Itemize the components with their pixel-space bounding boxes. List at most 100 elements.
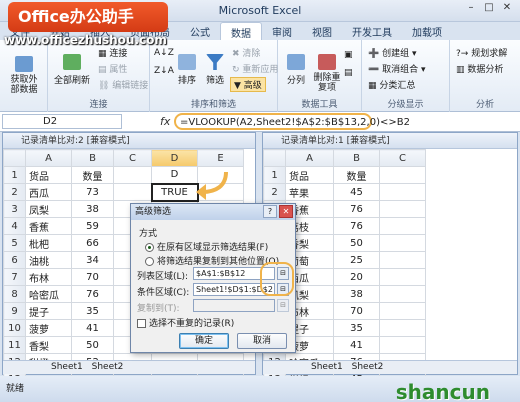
tab-7[interactable]: 视图 [302, 22, 342, 40]
clear-filter-button[interactable]: ✖ 清除 [232, 46, 260, 59]
collapse-dialog-icon[interactable]: ⊟ [277, 299, 289, 312]
column-header[interactable]: B [71, 149, 114, 167]
tab-9[interactable]: 加载项 [402, 22, 452, 40]
grid-cell[interactable] [113, 183, 152, 201]
right-window-title[interactable]: 记录清单比对:1 [兼容模式] [263, 133, 517, 149]
grid-cell[interactable]: 34 [71, 251, 114, 269]
advanced-filter-button[interactable]: ▼ 高级 [230, 77, 266, 92]
row-header[interactable]: 4 [3, 217, 26, 235]
remove-duplicates-button[interactable]: 删除重复项 [312, 54, 342, 93]
grid-cell[interactable] [379, 200, 426, 218]
grid-cell[interactable] [379, 251, 426, 269]
sort-asc-button[interactable]: A↓Z [154, 48, 174, 58]
grid-cell[interactable]: 70 [71, 268, 114, 286]
grid-cell[interactable]: 35 [333, 319, 380, 337]
sheet-tab[interactable]: Sheet2 [352, 362, 384, 372]
grid-cell[interactable]: 50 [333, 234, 380, 252]
grid-cell[interactable]: 73 [71, 183, 114, 201]
data-analysis-button[interactable]: ▥ 数据分析 [456, 62, 503, 75]
copy-to-input[interactable] [193, 299, 275, 312]
column-header[interactable]: C [113, 149, 152, 167]
grid-cell[interactable]: 38 [71, 200, 114, 218]
grid-cell[interactable] [379, 234, 426, 252]
row-header[interactable]: 2 [263, 183, 286, 201]
sheet-tab[interactable]: Sheet1 [51, 362, 83, 372]
row-header[interactable]: 10 [3, 319, 26, 337]
grid-cell[interactable]: 布林 [25, 268, 72, 286]
column-header[interactable]: C [379, 149, 426, 167]
tab-6[interactable]: 审阅 [262, 22, 302, 40]
row-header[interactable]: 9 [3, 302, 26, 320]
grid-cell[interactable] [379, 217, 426, 235]
sheet-tab[interactable]: Sheet1 [311, 362, 343, 372]
dialog-close-icon[interactable]: ✕ [279, 205, 293, 218]
subtotal-button[interactable]: ▦ 分类汇总 [368, 78, 415, 91]
grid-cell[interactable]: 数量 [71, 166, 114, 184]
row-header[interactable]: 6 [3, 251, 26, 269]
properties-button[interactable]: ▤ 属性 [98, 62, 127, 75]
grid-cell[interactable]: 20 [333, 268, 380, 286]
row-header[interactable]: 1 [263, 166, 286, 184]
cancel-button[interactable]: 取消 [237, 333, 287, 349]
grid-cell[interactable]: 66 [71, 234, 114, 252]
left-window-title[interactable]: 记录清单比对:2 [兼容模式] [3, 133, 255, 149]
list-range-input[interactable]: $A$1:$B$12 [193, 267, 275, 280]
sort-button[interactable]: 排序 [174, 54, 200, 86]
name-box[interactable]: D2 [2, 114, 122, 129]
grid-cell[interactable] [379, 183, 426, 201]
grid-cell[interactable]: 数量 [333, 166, 380, 184]
grid-cell[interactable]: 25 [333, 251, 380, 269]
group-button[interactable]: ➕ 创建组 ▾ [368, 46, 416, 59]
collapse-dialog-icon[interactable]: ⊟ [277, 267, 289, 280]
help-icon[interactable]: ? [263, 205, 277, 218]
grid-cell[interactable]: 76 [71, 285, 114, 303]
tab-8[interactable]: 开发工具 [342, 22, 402, 40]
grid-cell[interactable] [379, 319, 426, 337]
grid-cell[interactable]: 41 [71, 319, 114, 337]
row-header[interactable]: 8 [3, 285, 26, 303]
refresh-all-button[interactable]: 全部刷新 [52, 54, 92, 86]
grid-cell[interactable]: 45 [333, 183, 380, 201]
grid-cell[interactable]: 41 [333, 336, 380, 354]
criteria-range-input[interactable]: Sheet1!$D$1:$D$2 [193, 283, 275, 296]
grid-cell[interactable] [113, 166, 152, 184]
minimize-button[interactable]: – [462, 2, 480, 18]
grid-cell[interactable]: 70 [333, 302, 380, 320]
formula-input[interactable]: =VLOOKUP(A2,Sheet2!$A$2:$B$13,2,0)<>B2 [174, 113, 410, 130]
row-header[interactable]: 2 [3, 183, 26, 201]
grid-cell[interactable]: D [151, 166, 198, 184]
edit-links-button[interactable]: ⛓ 编辑链接 [98, 78, 148, 91]
ungroup-button[interactable]: ➖ 取消组合 ▾ [368, 62, 425, 75]
filter-button[interactable]: 筛选 [202, 54, 228, 86]
collapse-dialog-icon[interactable]: ⊟ [277, 283, 289, 296]
grid-cell[interactable]: 香梨 [25, 336, 72, 354]
fx-icon[interactable]: fx [160, 115, 170, 128]
grid-cell[interactable] [379, 302, 426, 320]
tab-5[interactable]: 数据 [220, 22, 262, 40]
row-header[interactable]: 1 [3, 166, 26, 184]
data-validation-button[interactable]: ▣ [344, 50, 353, 60]
grid-cell[interactable]: 凤梨 [25, 200, 72, 218]
grid-cell[interactable]: 枇杷 [25, 234, 72, 252]
grid-cell[interactable]: 76 [333, 200, 380, 218]
radio-in-place[interactable]: 在原有区域显示筛选结果(F) [145, 240, 268, 253]
grid-cell[interactable]: 西瓜 [25, 183, 72, 201]
grid-cell[interactable]: 菠萝 [25, 319, 72, 337]
connections-button[interactable]: ▦ 连接 [98, 46, 127, 59]
grid-cell[interactable]: 香蕉 [25, 217, 72, 235]
grid-cell[interactable]: 35 [71, 302, 114, 320]
maximize-button[interactable]: □ [480, 2, 498, 18]
grid-cell[interactable]: 50 [71, 336, 114, 354]
grid-cell[interactable] [379, 268, 426, 286]
solver-button[interactable]: ?→ 规划求解 [456, 46, 507, 59]
grid-cell[interactable]: TRUE [150, 182, 199, 202]
row-header[interactable]: 7 [3, 268, 26, 286]
grid-cell[interactable]: 59 [71, 217, 114, 235]
get-external-data-button[interactable]: 获取外部数据 [8, 56, 40, 95]
grid-cell[interactable]: 76 [333, 217, 380, 235]
grid-cell[interactable]: 苹果 [285, 183, 334, 201]
row-header[interactable]: 5 [3, 234, 26, 252]
grid-cell[interactable]: 提子 [25, 302, 72, 320]
grid-cell[interactable]: 油桃 [25, 251, 72, 269]
text-to-columns-button[interactable]: 分列 [282, 54, 310, 86]
